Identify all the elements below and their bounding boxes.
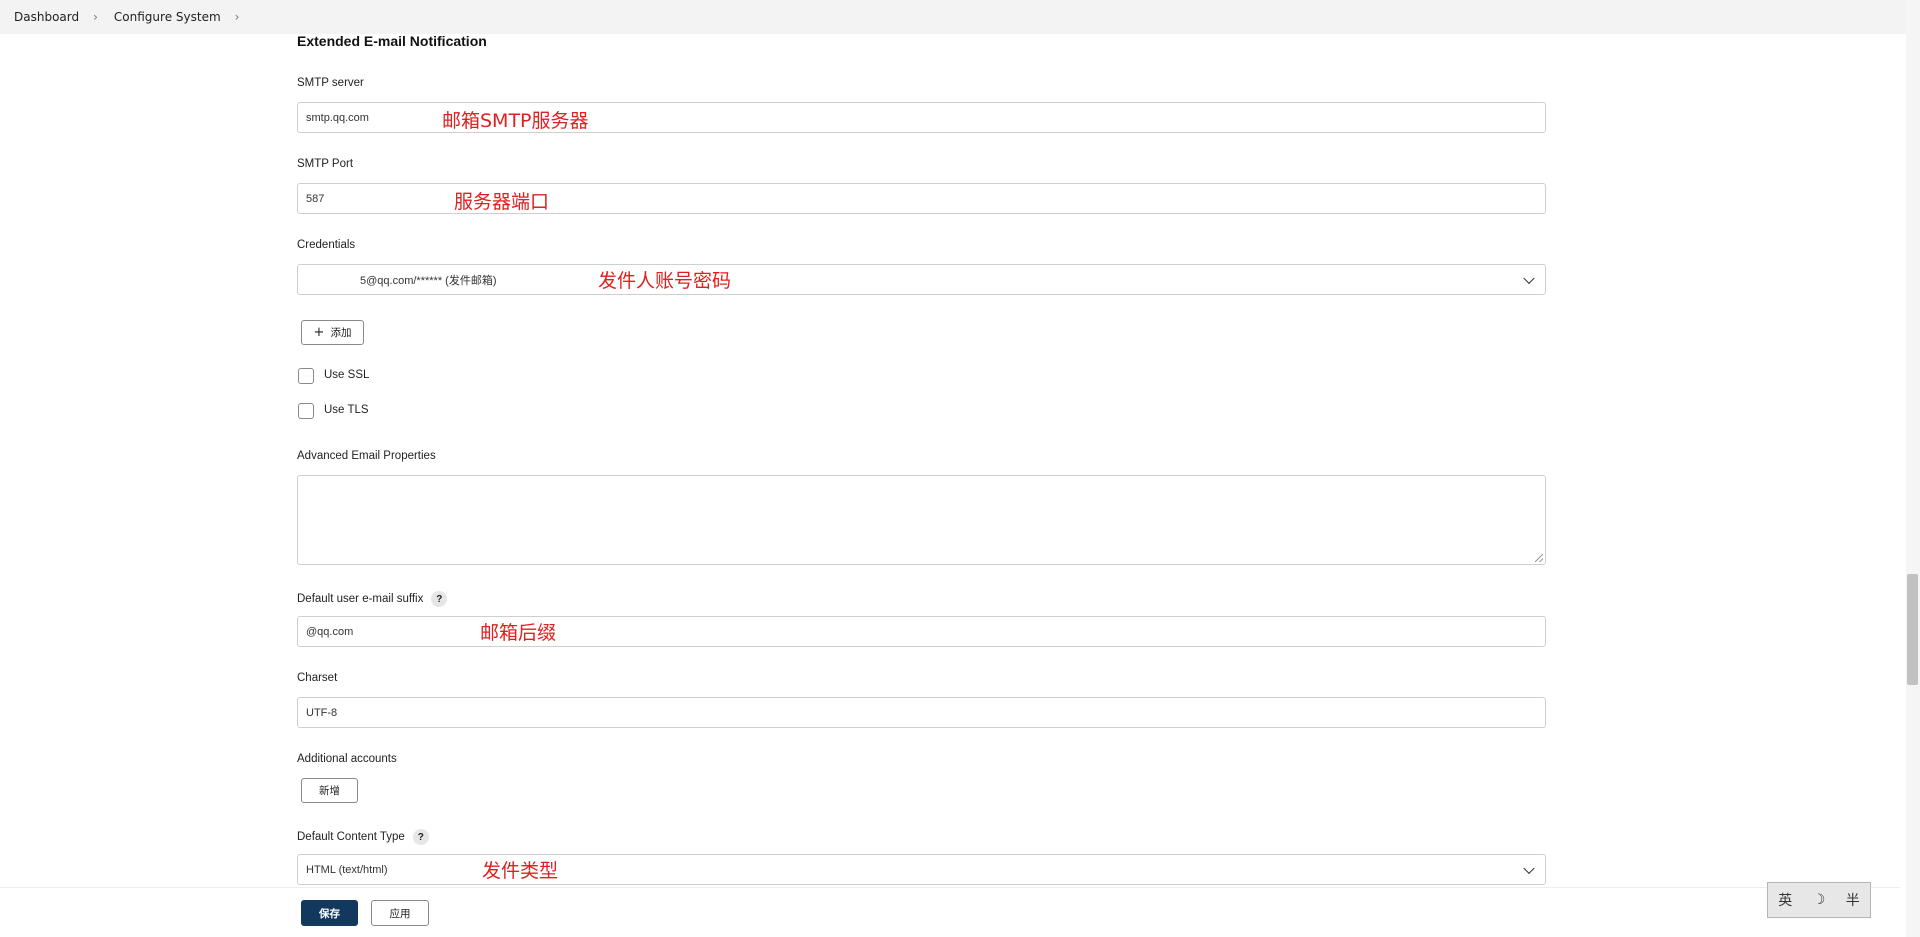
- section-title: Extended E-mail Notification: [297, 33, 487, 49]
- add-account-button[interactable]: 新增: [301, 778, 358, 803]
- use-ssl-checkbox[interactable]: [298, 368, 314, 384]
- chevron-right-icon[interactable]: ›: [235, 10, 240, 24]
- scrollbar-track[interactable]: [1906, 0, 1920, 937]
- smtp-port-value: 587: [306, 192, 325, 205]
- use-ssl-label[interactable]: Use SSL: [324, 369, 369, 381]
- breadcrumb-configure-system[interactable]: Configure System: [114, 10, 221, 24]
- ime-width-icon[interactable]: 半: [1846, 890, 1860, 910]
- credentials-annotation: 发件人账号密码: [598, 270, 732, 292]
- default-content-type-annotation: 发件类型: [482, 860, 559, 882]
- bottom-action-bar: [0, 887, 1900, 937]
- default-content-type-value: HTML (text/html): [306, 863, 388, 876]
- ime-language-icon[interactable]: 英: [1778, 890, 1792, 910]
- smtp-server-value: smtp.qq.com: [306, 111, 369, 124]
- smtp-server-label: SMTP server: [297, 77, 364, 89]
- save-button[interactable]: 保存: [301, 900, 358, 926]
- moon-icon[interactable]: ☽: [1813, 892, 1826, 908]
- use-tls-label[interactable]: Use TLS: [324, 404, 369, 416]
- default-content-type-label: Default Content Type: [297, 831, 405, 843]
- ime-toolbar[interactable]: 英 ☽ 半: [1767, 882, 1871, 918]
- additional-accounts-label: Additional accounts: [297, 753, 397, 765]
- help-icon[interactable]: ?: [431, 591, 448, 607]
- help-icon[interactable]: ?: [412, 829, 429, 845]
- default-content-type-label-row: Default Content Type ?: [297, 829, 429, 845]
- smtp-port-label: SMTP Port: [297, 158, 354, 170]
- smtp-server-annotation: 邮箱SMTP服务器: [442, 110, 589, 132]
- credentials-value: 5@qq.com/****** (发件邮箱): [360, 274, 497, 287]
- breadcrumb-dashboard[interactable]: Dashboard: [14, 10, 79, 24]
- charset-label: Charset: [297, 672, 338, 684]
- breadcrumb: Dashboard › Configure System ›: [0, 0, 1920, 34]
- use-tls-checkbox[interactable]: [298, 403, 314, 419]
- default-suffix-value: @qq.com: [306, 625, 354, 638]
- default-suffix-annotation: 邮箱后缀: [480, 622, 557, 644]
- add-credentials-button[interactable]: + 添加: [301, 320, 364, 345]
- chevron-right-icon: ›: [93, 10, 98, 24]
- add-credentials-label: 添加: [330, 327, 352, 339]
- credentials-label: Credentials: [297, 239, 356, 251]
- charset-input[interactable]: UTF-8: [297, 697, 1546, 728]
- charset-value: UTF-8: [306, 706, 338, 719]
- chevron-down-icon: [1523, 272, 1535, 284]
- plus-icon: +: [313, 325, 325, 340]
- chevron-down-icon: [1523, 862, 1535, 874]
- credentials-select[interactable]: 5@qq.com/****** (发件邮箱): [297, 264, 1546, 295]
- advanced-email-properties-label: Advanced Email Properties: [297, 450, 436, 462]
- scrollbar-thumb[interactable]: [1907, 574, 1918, 685]
- default-suffix-label: Default user e-mail suffix: [297, 593, 424, 605]
- default-suffix-label-row: Default user e-mail suffix ?: [297, 591, 448, 607]
- advanced-email-properties-textarea[interactable]: [297, 475, 1546, 565]
- resize-handle-icon[interactable]: [1535, 554, 1543, 562]
- smtp-port-annotation: 服务器端口: [454, 191, 550, 213]
- apply-button[interactable]: 应用: [371, 900, 429, 926]
